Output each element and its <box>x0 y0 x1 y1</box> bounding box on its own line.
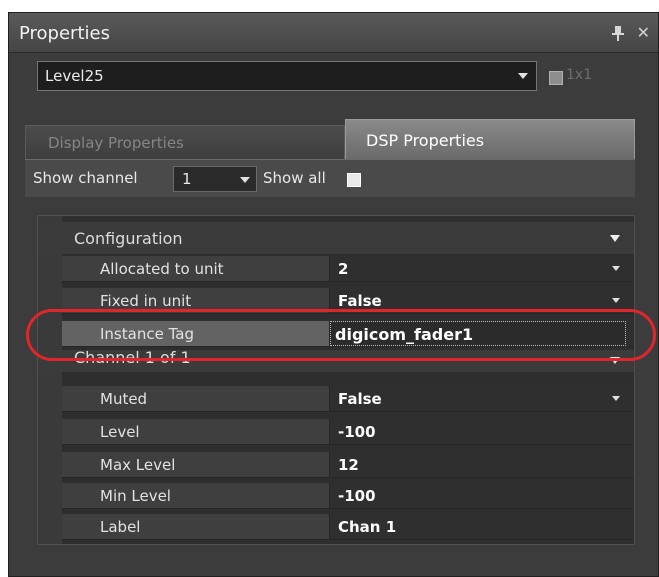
property-value: 12 <box>338 456 359 474</box>
property-name: Muted <box>100 390 148 408</box>
table-row[interactable]: Muted False <box>62 386 634 412</box>
object-selector-value: Level25 <box>45 67 104 85</box>
property-name-cell: Level <box>62 419 330 444</box>
property-value: -100 <box>338 487 376 505</box>
show-channel-label: Show channel <box>33 169 138 187</box>
property-value-cell[interactable]: False <box>330 386 634 411</box>
instance-tag-input[interactable]: digicom_fader1 <box>330 321 626 346</box>
property-name-cell: Min Level <box>62 483 330 508</box>
tab-dsp-properties[interactable]: DSP Properties <box>345 119 635 159</box>
property-value: False <box>338 390 382 408</box>
channel-toolbar: Show channel 1 Show all <box>25 159 635 197</box>
property-name: Max Level <box>100 456 176 474</box>
pin-icon[interactable] <box>610 23 626 43</box>
property-value-cell[interactable]: -100 <box>330 483 634 508</box>
instance-tag-value: digicom_fader1 <box>335 325 474 344</box>
table-row[interactable]: Level -100 <box>62 419 634 445</box>
category-label: Channel 1 of 1 <box>74 350 191 367</box>
panel-title: Properties <box>19 23 110 44</box>
one-by-one-label: 1x1 <box>566 67 593 83</box>
chevron-down-icon[interactable] <box>612 266 620 271</box>
tab-strip: Display Properties DSP Properties <box>25 119 635 159</box>
property-name-cell: Fixed in unit <box>62 288 330 313</box>
object-selector[interactable]: Level25 <box>37 61 537 91</box>
property-name: Allocated to unit <box>100 260 224 278</box>
table-row[interactable]: Max Level 12 <box>62 452 634 478</box>
property-value-cell[interactable]: Chan 1 <box>330 514 634 539</box>
channel-select[interactable]: 1 <box>173 166 257 192</box>
close-icon[interactable]: ✕ <box>637 23 650 42</box>
property-name-cell: Muted <box>62 386 330 411</box>
property-value: -100 <box>338 423 376 441</box>
table-row[interactable]: Min Level -100 <box>62 483 634 509</box>
chevron-down-icon[interactable] <box>612 396 620 401</box>
category-label: Configuration <box>74 229 183 248</box>
property-name: Instance Tag <box>100 325 194 343</box>
tab-dsp-properties-label: DSP Properties <box>366 131 485 150</box>
property-value: Chan 1 <box>338 518 397 536</box>
property-value: False <box>338 292 382 310</box>
property-name: Level <box>100 423 140 441</box>
chevron-down-icon[interactable] <box>612 298 620 303</box>
category-configuration[interactable]: Configuration <box>38 222 634 254</box>
chevron-down-icon <box>240 177 250 183</box>
properties-panel: Properties ✕ Level25 1x1 Display Propert… <box>8 12 659 577</box>
property-name-cell: Max Level <box>62 452 330 477</box>
property-name: Label <box>100 518 141 536</box>
show-all-label: Show all <box>263 169 326 187</box>
property-value-cell[interactable]: -100 <box>330 419 634 444</box>
tab-display-properties-label: Display Properties <box>48 134 184 152</box>
property-name-cell: Label <box>62 514 330 539</box>
table-row[interactable]: Label Chan 1 <box>62 514 634 540</box>
property-value-cell[interactable]: 12 <box>330 452 634 477</box>
table-row-selected[interactable]: Instance Tag digicom_fader1 <box>62 321 634 347</box>
show-all-checkbox[interactable] <box>347 173 361 187</box>
table-row[interactable]: Fixed in unit False <box>62 288 634 314</box>
channel-select-value: 1 <box>182 170 192 188</box>
table-row[interactable]: Allocated to unit 2 <box>62 256 634 282</box>
property-value: 2 <box>338 260 349 278</box>
chevron-down-icon <box>518 73 528 79</box>
property-grid: Configuration Allocated to unit 2 Fixed … <box>37 215 635 545</box>
property-name-cell: Instance Tag <box>62 321 330 346</box>
collapse-arrow-icon[interactable] <box>610 357 620 364</box>
property-value-cell[interactable]: False <box>330 288 634 313</box>
one-by-one-checkbox[interactable] <box>549 71 563 85</box>
category-channel[interactable]: Channel 1 of 1 <box>38 350 634 372</box>
grid-gutter <box>38 216 62 544</box>
property-name-cell: Allocated to unit <box>62 256 330 281</box>
property-value-cell[interactable]: 2 <box>330 256 634 281</box>
property-name: Fixed in unit <box>100 292 192 310</box>
panel-titlebar: Properties ✕ <box>9 13 658 53</box>
tab-display-properties[interactable]: Display Properties <box>25 125 345 159</box>
collapse-arrow-icon[interactable] <box>610 235 620 242</box>
property-name: Min Level <box>100 487 171 505</box>
